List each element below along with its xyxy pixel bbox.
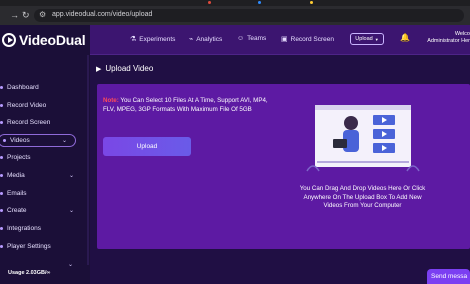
upload-button-label: Upload [136,143,158,150]
nav-label: Experiments [139,35,176,43]
bullet-icon [0,191,3,195]
flask-icon: ⚗ [130,36,137,43]
bullet-icon [3,138,6,142]
top-header: ⚗ Experiments ⌁ Analytics ☺ Teams ▣ Reco… [90,25,470,55]
note-text: You Can Select 10 Files At A Time, Suppo… [103,97,268,113]
upload-note: Note: You Can Select 10 Files At A Time,… [103,97,273,114]
bullet-icon [0,86,3,89]
chevron-down-icon: ⌄ [68,173,74,179]
bullet-icon [0,244,3,248]
sidebar-item-emails[interactable]: Emails [0,187,82,200]
nav-record-screen[interactable]: ▣ Record Screen [281,35,334,44]
note-label: Note: [103,97,119,104]
bell-icon[interactable]: 🔔 [400,33,410,42]
play-logo-icon [2,33,16,47]
sidebar-item-projects[interactable]: Projects [0,151,82,164]
upload-dropdown-label: Upload [355,36,373,42]
tab-indicator-icon [310,1,313,4]
upload-button[interactable]: Upload [103,137,191,156]
clapperboard-icon [333,139,347,148]
app-shell: VideoDual Dashboard Record Video Record … [0,25,470,284]
users-icon: ☺ [237,35,245,42]
chevron-down-icon[interactable]: ⌄ [68,261,73,268]
upload-dropdown[interactable]: Upload ▼ [350,33,384,45]
sidebar-item-create[interactable]: Create ⌄ [0,204,82,217]
sidebar-item-label: Dashboard [7,84,39,91]
address-bar[interactable]: ⚙ app.videodual.com/video/upload [34,9,464,22]
tab-indicator-icon [258,1,261,4]
bullet-icon [0,156,3,159]
sidebar-item-label: Projects [7,154,31,161]
caret-down-icon: ▼ [374,36,379,42]
browser-window-graphic [315,105,411,167]
nav-experiments[interactable]: ⚗ Experiments [130,35,176,44]
sidebar-item-dashboard[interactable]: Dashboard [0,81,82,94]
main-content: ▶ Upload Video Note: You Can Select 10 F… [90,55,470,284]
upload-illustration [306,105,420,172]
brand-name: VideoDual [19,32,86,48]
window-titlebar-graphic [315,105,411,110]
sidebar-item-record-screen[interactable]: Record Screen [0,116,82,129]
arrow-right-icon[interactable]: → [10,9,19,21]
storage-usage: Usage 2.03GB/∞ [8,270,51,276]
drop-instructions: You Can Drag And Drop Videos Here Or Cli… [299,185,426,209]
nav-analytics[interactable]: ⌁ Analytics [189,35,223,44]
send-message-label: Send messa [431,273,468,280]
sidebar-item-media[interactable]: Media ⌄ [0,169,82,182]
sidebar-scrollbar[interactable] [87,55,89,265]
bullet-icon [0,121,3,124]
chevron-down-icon: ⌄ [68,208,74,214]
sidebar-item-label: Integrations [7,225,41,232]
sidebar-item-label: Player Settings [7,242,51,250]
progress-bar-graphic [317,161,409,163]
nav-label: Record Screen [290,35,334,43]
bullet-icon [0,227,3,230]
sidebar-item-record-video[interactable]: Record Video [0,99,82,112]
user-name: Administrator Her [427,38,470,44]
sidebar-item-player-settings[interactable]: Player Settings [0,240,82,253]
record-icon: ▣ [281,36,288,43]
page-title-text: Upload Video [105,64,154,73]
sidebar: VideoDual Dashboard Record Video Record … [0,25,90,284]
nav-label: Analytics [196,35,223,43]
sidebar-item-label: Media [7,172,25,179]
user-welcome[interactable]: Welco Administrator Her [427,31,470,45]
nav-label: Teams [247,35,267,42]
reload-icon[interactable]: ↻ [22,9,30,21]
bullet-icon [0,103,3,107]
sidebar-item-label: Record Screen [7,119,51,126]
bullet-icon [0,209,3,212]
send-message-button[interactable]: Send messa [427,269,470,284]
sidebar-item-label: Videos [10,136,30,144]
sidebar-item-label: Create [7,207,27,214]
nav-teams[interactable]: ☺ Teams [237,35,266,42]
address-bar-url[interactable]: app.videodual.com/video/upload [52,11,152,18]
tune-icon[interactable]: ⚙ [39,10,46,19]
sidebar-item-label: Emails [7,189,27,197]
chevron-down-icon: ⌄ [61,137,67,144]
sidebar-item-label: Record Video [7,101,47,109]
welcome-text: Welco [454,31,470,37]
person-head-graphic [344,116,358,130]
page-title: ▶ Upload Video [96,64,153,73]
bullet-icon [0,174,3,177]
browser-toolbar: → ↻ ⚙ app.videodual.com/video/upload [0,6,470,25]
sidebar-item-integrations[interactable]: Integrations [0,222,82,235]
brand-logo[interactable]: VideoDual [2,31,86,49]
chart-icon: ⌁ [189,36,194,43]
sidebar-item-videos[interactable]: Videos ⌄ [0,133,76,147]
video-camera-icon: ▶ [96,65,102,73]
tab-indicator-icon [208,1,211,4]
